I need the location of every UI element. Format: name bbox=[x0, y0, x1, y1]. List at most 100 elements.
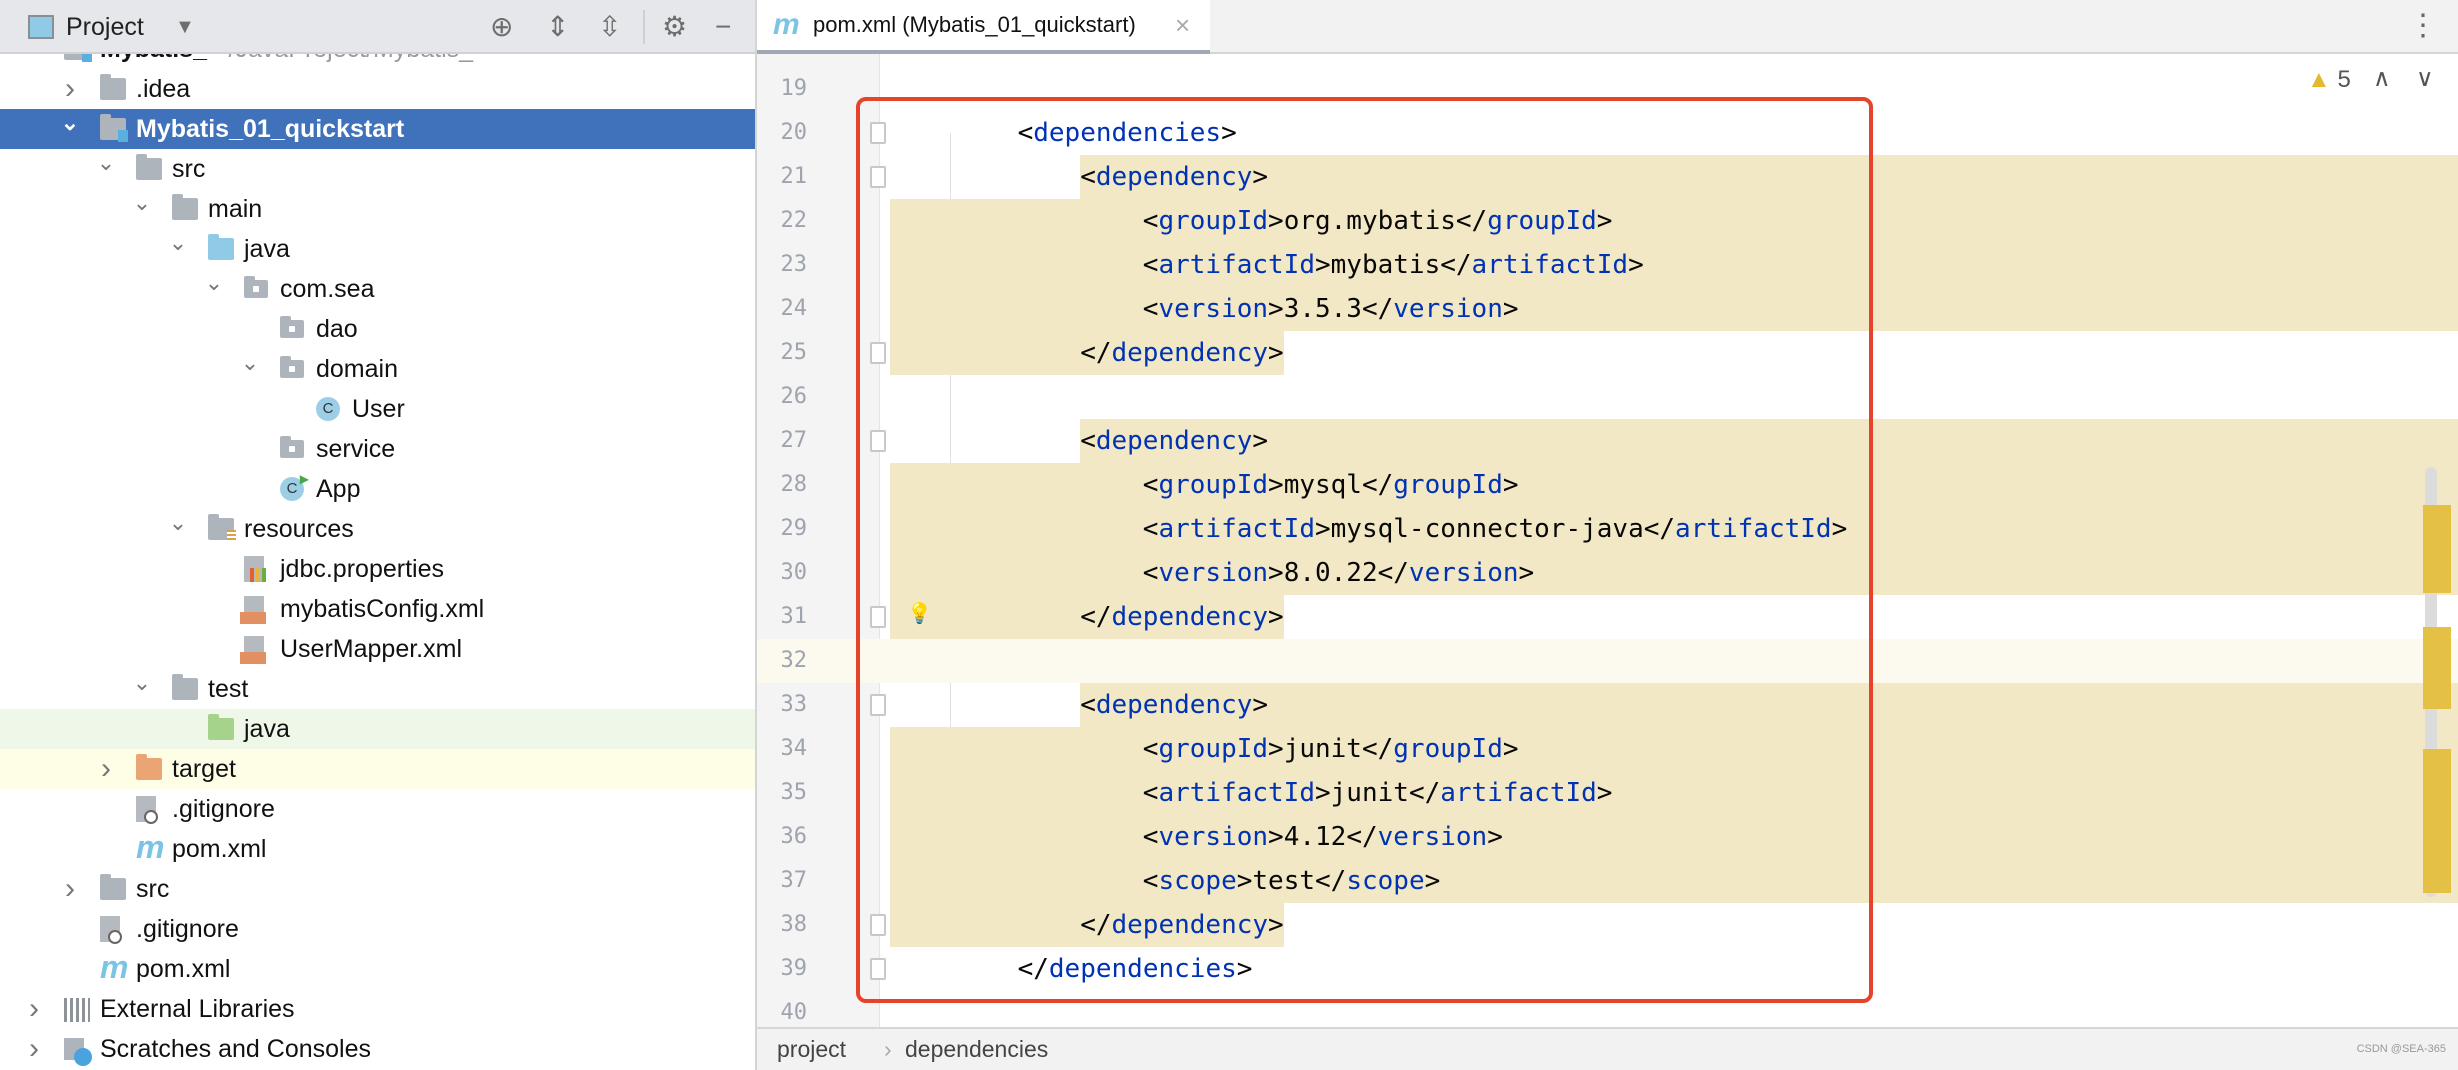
project-panel-header: Project ▼ ⊕ ⇕ ⇳ ⚙ − bbox=[0, 0, 755, 54]
tree-item[interactable]: m pom.xml bbox=[0, 949, 755, 989]
tree-item-label: java bbox=[244, 235, 290, 263]
tree-item[interactable]: mybatisConfig.xml bbox=[0, 589, 755, 629]
tree-item-label: .gitignore bbox=[136, 915, 239, 943]
warning-count: 5 bbox=[2337, 66, 2351, 93]
maven-file-icon: m bbox=[100, 949, 129, 985]
chevron-down-icon[interactable]: ⌄ bbox=[168, 223, 188, 263]
chevron-down-icon[interactable]: ⌄ bbox=[132, 183, 152, 223]
line-number: 22 bbox=[780, 208, 808, 233]
project-view-selector[interactable]: Project bbox=[66, 13, 144, 42]
chevron-right-icon[interactable]: › bbox=[24, 989, 44, 1029]
chevron-down-icon[interactable]: ⌄ bbox=[96, 143, 116, 183]
tree-item[interactable]: C ▶ App bbox=[0, 469, 755, 509]
tree-item-label: domain bbox=[316, 355, 398, 383]
libraries-icon bbox=[64, 998, 90, 1022]
tree-item[interactable]: ⌄ domain bbox=[0, 349, 755, 389]
expand-all-icon[interactable]: ⇕ bbox=[546, 12, 569, 42]
chevron-down-icon[interactable]: ▼ bbox=[175, 12, 195, 42]
tree-item[interactable]: dao bbox=[0, 309, 755, 349]
editor-tab-bar: m pom.xml (Mybatis_01_quickstart) × ⋮ bbox=[757, 0, 2458, 54]
scratches-icon bbox=[64, 1038, 92, 1066]
previous-highlight-icon[interactable]: ∧ bbox=[2373, 64, 2391, 93]
tree-item[interactable]: › src bbox=[0, 869, 755, 909]
tree-item[interactable]: ⌄ java bbox=[0, 229, 755, 269]
tree-item-label: java bbox=[244, 715, 290, 743]
error-stripe-marker[interactable] bbox=[2423, 627, 2451, 709]
tree-item[interactable]: › External Libraries bbox=[0, 989, 755, 1029]
chevron-down-icon[interactable]: ⌄ bbox=[204, 263, 224, 303]
tree-item-label: External Libraries bbox=[100, 995, 295, 1023]
folder-icon bbox=[172, 194, 198, 220]
project-tree: Mybatis_ ~/JavaProject/Mybatis_›.idea⌄My… bbox=[0, 0, 755, 1070]
line-number: 38 bbox=[780, 912, 808, 937]
folder-icon bbox=[100, 74, 126, 100]
tree-item[interactable]: jdbc.properties bbox=[0, 549, 755, 589]
locate-icon[interactable]: ⊕ bbox=[490, 12, 513, 42]
gear-icon[interactable]: ⚙ bbox=[662, 12, 687, 42]
package-icon bbox=[280, 316, 304, 338]
line-number: 30 bbox=[780, 560, 808, 585]
tree-item-label: test bbox=[208, 675, 249, 703]
tree-item[interactable]: .gitignore bbox=[0, 909, 755, 949]
folder-icon bbox=[172, 674, 198, 700]
close-tab-icon[interactable]: × bbox=[1175, 0, 1190, 50]
tree-item[interactable]: ⌄ resources bbox=[0, 509, 755, 549]
warning-icon: ▲ bbox=[2307, 66, 2331, 93]
line-number: 23 bbox=[780, 252, 808, 277]
tree-item-label: src bbox=[136, 875, 170, 903]
breadcrumb-dependencies[interactable]: dependencies bbox=[905, 1029, 1048, 1069]
tree-item[interactable]: › target bbox=[0, 749, 755, 789]
tree-item[interactable]: UserMapper.xml bbox=[0, 629, 755, 669]
tree-item[interactable]: service bbox=[0, 429, 755, 469]
package-icon bbox=[244, 276, 268, 298]
tree-item[interactable]: › .idea bbox=[0, 69, 755, 109]
breadcrumb: project › dependencies CSDN @SEA-365 bbox=[757, 1027, 2458, 1070]
tab-pom-xml[interactable]: m pom.xml (Mybatis_01_quickstart) × bbox=[757, 0, 1210, 54]
project-panel: Project ▼ ⊕ ⇕ ⇳ ⚙ − Mybatis_ ~/JavaProje… bbox=[0, 0, 757, 1070]
project-view-icon bbox=[28, 15, 54, 39]
tree-item-label: src bbox=[172, 155, 206, 183]
maven-file-icon: m bbox=[773, 8, 800, 41]
line-number: 39 bbox=[780, 956, 808, 981]
maven-file-icon: m bbox=[136, 829, 165, 865]
tree-item[interactable]: .gitignore bbox=[0, 789, 755, 829]
tree-item[interactable]: ⌄ test bbox=[0, 669, 755, 709]
tree-item-label: main bbox=[208, 195, 263, 223]
chevron-down-icon[interactable]: ⌄ bbox=[60, 103, 80, 143]
minimize-icon[interactable]: − bbox=[715, 12, 731, 42]
line-number: 32 bbox=[780, 648, 808, 673]
chevron-right-icon[interactable]: › bbox=[96, 749, 116, 789]
xml-file-icon bbox=[240, 636, 266, 664]
next-highlight-icon[interactable]: ∨ bbox=[2416, 64, 2434, 93]
module-icon bbox=[100, 114, 128, 142]
tree-item-label: pom.xml bbox=[172, 835, 267, 863]
breadcrumb-project[interactable]: project bbox=[777, 1029, 846, 1069]
line-number: 25 bbox=[780, 340, 808, 365]
tree-item[interactable]: java bbox=[0, 709, 755, 749]
tree-item-label: User bbox=[352, 395, 405, 423]
more-icon[interactable]: ⋮ bbox=[2408, 8, 2438, 43]
warnings-indicator[interactable]: ▲ 5 bbox=[2307, 66, 2351, 94]
annotation-highlight-box bbox=[856, 97, 1873, 1003]
chevron-down-icon[interactable]: ⌄ bbox=[168, 503, 188, 543]
ignore-file-icon bbox=[136, 796, 158, 824]
folder-icon bbox=[136, 154, 162, 180]
line-number: 36 bbox=[780, 824, 808, 849]
tree-item[interactable]: › Scratches and Consoles bbox=[0, 1029, 755, 1069]
tree-item[interactable]: ⌄ main bbox=[0, 189, 755, 229]
error-stripe-marker[interactable] bbox=[2423, 505, 2451, 593]
collapse-all-icon[interactable]: ⇳ bbox=[598, 12, 621, 42]
line-number: 31 bbox=[780, 604, 808, 629]
tree-item[interactable]: ⌄ com.sea bbox=[0, 269, 755, 309]
tree-item-label: dao bbox=[316, 315, 358, 343]
tree-item[interactable]: ⌄ src bbox=[0, 149, 755, 189]
class-icon: C bbox=[316, 397, 340, 421]
line-number: 19 bbox=[780, 76, 808, 101]
chevron-down-icon[interactable]: ⌄ bbox=[132, 663, 152, 703]
error-stripe-marker[interactable] bbox=[2423, 749, 2451, 893]
tree-item[interactable]: m pom.xml bbox=[0, 829, 755, 869]
chevron-right-icon[interactable]: › bbox=[24, 1029, 44, 1069]
chevron-right-icon[interactable]: › bbox=[60, 869, 80, 909]
tree-item[interactable]: C User bbox=[0, 389, 755, 429]
chevron-down-icon[interactable]: ⌄ bbox=[240, 343, 260, 383]
